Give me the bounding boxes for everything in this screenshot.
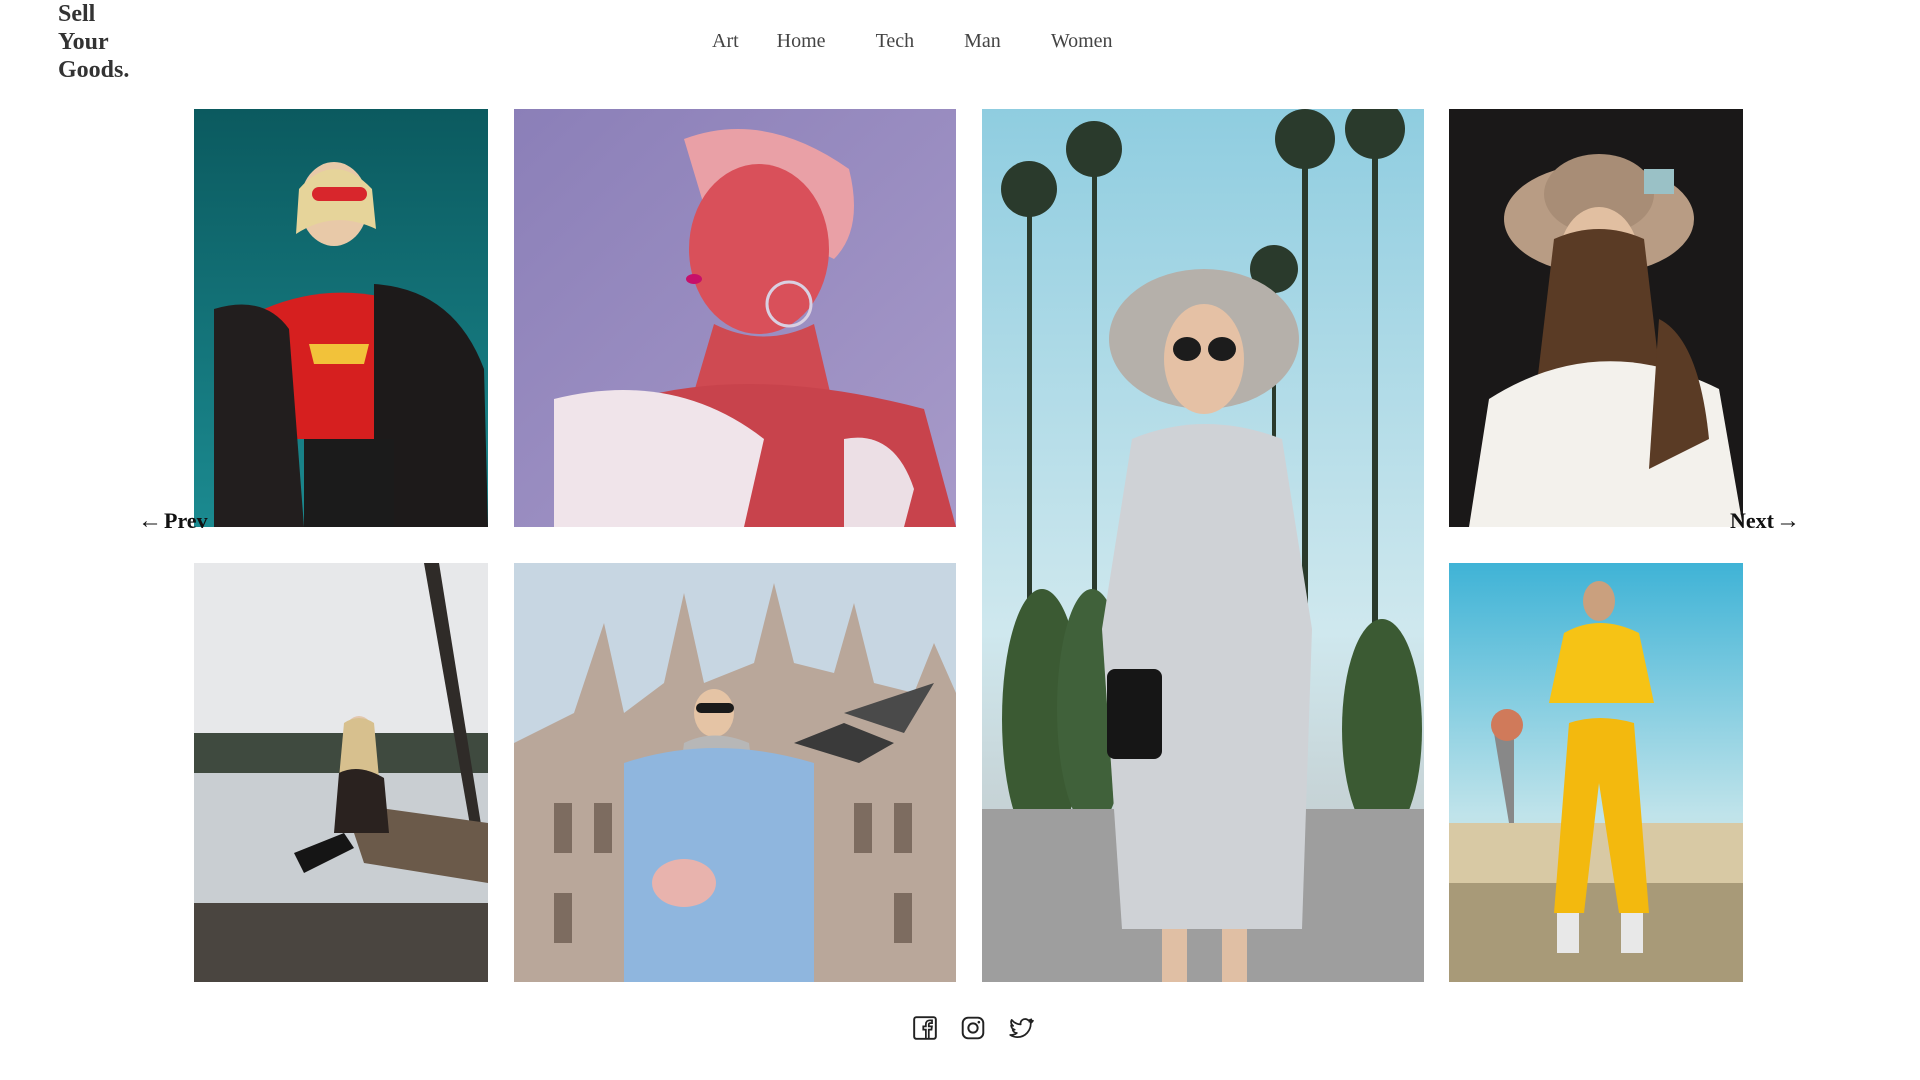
facebook-link[interactable] bbox=[912, 1015, 938, 1041]
nav-item-home[interactable]: Home bbox=[777, 30, 826, 53]
arrow-right-icon: → bbox=[1775, 508, 1800, 534]
arrow-left-icon: ← bbox=[138, 508, 162, 534]
social-links bbox=[912, 1015, 1034, 1041]
twitter-icon bbox=[1009, 1018, 1034, 1038]
gallery-photo-6[interactable] bbox=[514, 563, 956, 982]
instagram-icon bbox=[961, 1016, 985, 1040]
nav-item-art[interactable]: Art bbox=[712, 30, 739, 53]
prev-label: Prev bbox=[164, 508, 208, 533]
gallery-photo-3[interactable] bbox=[982, 109, 1424, 982]
logo-line-2: Your bbox=[58, 29, 109, 55]
site-logo[interactable]: Sell Your Goods. bbox=[58, 0, 129, 84]
gallery-photo-2[interactable] bbox=[514, 109, 956, 527]
photo-woman-grey-dress bbox=[982, 109, 1424, 982]
facebook-icon bbox=[913, 1016, 937, 1040]
photo-woman-pink-light bbox=[514, 109, 956, 527]
prev-button[interactable]: ← Prev bbox=[138, 508, 208, 534]
next-button[interactable]: Next → bbox=[1730, 508, 1800, 534]
photo-woman-yellow-tracksuit bbox=[1449, 563, 1743, 982]
main-nav: Art Home Tech Man Women bbox=[712, 30, 1113, 53]
photo-woman-cathedral bbox=[514, 563, 956, 982]
nav-item-tech[interactable]: Tech bbox=[876, 30, 915, 53]
twitter-link[interactable] bbox=[1008, 1015, 1034, 1041]
next-label: Next bbox=[1730, 508, 1774, 533]
page: Sell Your Goods. Art Home Tech Man Women bbox=[0, 0, 1920, 1080]
nav-item-man[interactable]: Man bbox=[964, 30, 1001, 53]
logo-line-1: Sell bbox=[58, 1, 96, 27]
gallery-photo-5[interactable] bbox=[194, 563, 488, 982]
gallery-photo-4[interactable] bbox=[1449, 109, 1743, 527]
instagram-link[interactable] bbox=[960, 1015, 986, 1041]
nav-item-women[interactable]: Women bbox=[1051, 30, 1113, 53]
gallery-photo-1[interactable] bbox=[194, 109, 488, 527]
photo-woman-beige-hat bbox=[1449, 109, 1743, 527]
photo-woman-lake-dock bbox=[194, 563, 488, 982]
gallery-photo-7[interactable] bbox=[1449, 563, 1743, 982]
photo-woman-red-tshirt bbox=[194, 109, 488, 527]
logo-line-3: Goods. bbox=[58, 57, 130, 83]
